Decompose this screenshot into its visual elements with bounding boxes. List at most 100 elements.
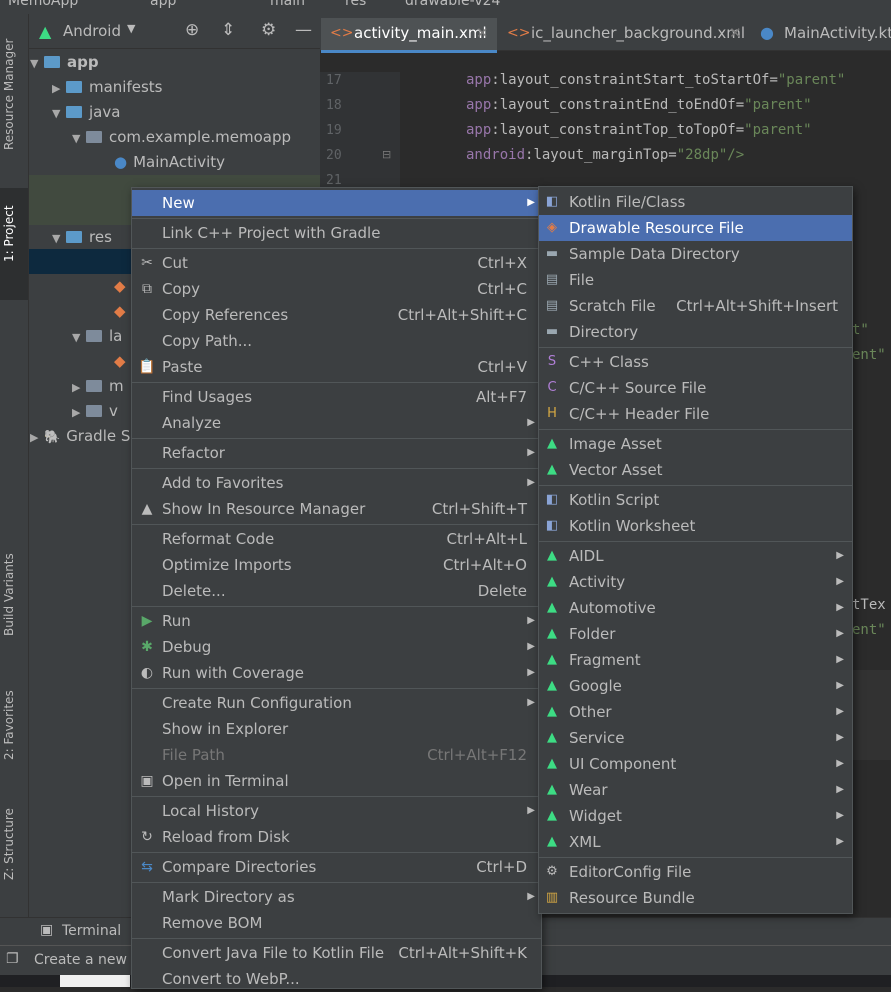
tree-item[interactable]: ▶ manifests [52,75,163,100]
menu-item-file-path[interactable]: File Path Ctrl+Alt+F12 [132,742,541,768]
breadcrumb-item[interactable]: drawable-v24 [405,0,500,9]
menu-item-refactor[interactable]: Refactor ▶ [132,440,541,466]
menu-item-find-usages[interactable]: Find Usages Alt+F7 [132,384,541,410]
menu-item-copy[interactable]: ⧉ Copy Ctrl+C [132,276,541,302]
new-menu-item-folder[interactable]: ▲ Folder ▶ [539,621,852,647]
menu-item-reload-from-disk[interactable]: ↻ Reload from Disk [132,824,541,850]
new-menu-item-c-class[interactable]: S C++ Class [539,349,852,375]
menu-item-open-in-terminal[interactable]: ▣ Open in Terminal [132,768,541,794]
collapse-arrow-icon[interactable]: ▶ [72,400,86,425]
menu-item-cut[interactable]: ✂ Cut Ctrl+X [132,250,541,276]
menu-item-remove-bom[interactable]: Remove BOM [132,910,541,936]
menu-item-mark-directory-as[interactable]: Mark Directory as ▶ [132,884,541,910]
project-tab[interactable]: 1: Project [2,205,16,262]
expand-arrow-icon[interactable]: ▼ [30,51,44,76]
menu-item-reformat-code[interactable]: Reformat Code Ctrl+Alt+L [132,526,541,552]
new-menu-item-file[interactable]: ▤ File [539,267,852,293]
new-menu-item-other[interactable]: ▲ Other ▶ [539,699,852,725]
menu-item-analyze[interactable]: Analyze ▶ [132,410,541,436]
close-icon[interactable]: ✕ [729,24,742,42]
new-menu-item-widget[interactable]: ▲ Widget ▶ [539,803,852,829]
menu-item-run[interactable]: ▶ Run ▶ [132,608,541,634]
breadcrumb-item[interactable]: main [270,0,305,9]
close-icon[interactable]: ✕ [476,24,489,42]
favorites-tab[interactable]: 2: Favorites [2,690,16,760]
menu-item-convert-java-file-to-kotlin-file[interactable]: Convert Java File to Kotlin File Ctrl+Alt… [132,940,541,966]
menu-item-run-with-coverage[interactable]: ◐ Run with Coverage ▶ [132,660,541,686]
tree-item[interactable]: ● MainActivity [100,150,225,175]
code-line[interactable]: app:layout_constraintEnd_toEndOf="parent… [466,97,812,113]
new-menu-item-kotlin-file-class[interactable]: ◧ Kotlin File/Class [539,189,852,215]
new-menu-item-scratch-file[interactable]: ▤ Scratch File Ctrl+Alt+Shift+Insert [539,293,852,319]
new-menu-item-ui-component[interactable]: ▲ UI Component ▶ [539,751,852,777]
structure-tab[interactable]: Z: Structure [2,808,16,880]
new-menu-item-kotlin-worksheet[interactable]: ◧ Kotlin Worksheet [539,513,852,539]
expand-arrow-icon[interactable]: ▼ [52,226,66,251]
tree-item[interactable]: ▼ com.example.memoapp [72,125,291,150]
tree-item[interactable]: ▼ java [52,100,120,125]
tree-item[interactable]: ▶ m [72,374,124,399]
code-line[interactable]: app:layout_constraintTop_toTopOf="parent… [466,122,812,138]
new-menu-item-google[interactable]: ▲ Google ▶ [539,673,852,699]
collapse-arrow-icon[interactable]: ▶ [72,375,86,400]
menu-item-show-in-resource-manager[interactable]: ▲ Show In Resource Manager Ctrl+Shift+T [132,496,541,522]
expand-arrow-icon[interactable]: ▼ [52,101,66,126]
taskbar-item[interactable] [60,975,130,987]
code-line[interactable]: app:layout_constraintStart_toStartOf="pa… [466,72,845,88]
menu-item-copy-path[interactable]: Copy Path... [132,328,541,354]
build-variants-tab[interactable]: Build Variants [2,553,16,636]
expand-arrow-icon[interactable]: ▼ [72,126,86,151]
breadcrumb-item[interactable]: res [345,0,366,9]
new-menu-item-c-c-header-file[interactable]: H C/C++ Header File [539,401,852,427]
tree-item[interactable]: ◆ [100,274,132,299]
menu-item-show-in-explorer[interactable]: Show in Explorer [132,716,541,742]
new-menu-item-fragment[interactable]: ▲ Fragment ▶ [539,647,852,673]
chevron-down-icon[interactable]: ▼ [127,22,135,35]
new-menu-item-service[interactable]: ▲ Service ▶ [539,725,852,751]
new-menu-item-sample-data-directory[interactable]: ▬ Sample Data Directory [539,241,852,267]
menu-item-delete[interactable]: Delete... Delete [132,578,541,604]
locate-icon[interactable]: ⊕ [185,20,199,40]
menu-item-create-run-configuration[interactable]: Create Run Configuration ▶ [132,690,541,716]
menu-item-paste[interactable]: 📋 Paste Ctrl+V [132,354,541,380]
new-menu-item-c-c-source-file[interactable]: C C/C++ Source File [539,375,852,401]
new-menu-item-directory[interactable]: ▬ Directory [539,319,852,345]
menu-item-copy-references[interactable]: Copy References Ctrl+Alt+Shift+C [132,302,541,328]
tab-ic-launcher-background[interactable]: ic_launcher_background.xml [531,24,745,42]
tree-item[interactable]: ◆ [100,299,132,324]
breadcrumb-item[interactable]: MemoApp [8,0,78,9]
tree-item[interactable]: ▶ v [72,399,118,424]
code-line[interactable]: android:layout_marginTop="28dp"/> [466,147,744,163]
gear-icon[interactable]: ⚙ [261,20,276,40]
resource-manager-tab[interactable]: Resource Manager [2,39,16,150]
new-menu-item-automotive[interactable]: ▲ Automotive ▶ [539,595,852,621]
collapse-icon[interactable]: ⇕ [221,20,235,40]
tree-item[interactable]: ▼ la [72,324,122,349]
new-menu-item-kotlin-script[interactable]: ◧ Kotlin Script [539,487,852,513]
new-menu-item-resource-bundle[interactable]: ▥ Resource Bundle [539,885,852,911]
tab-main-activity[interactable]: MainActivity.kt [784,24,891,42]
menu-item-new[interactable]: New ▶ [132,190,541,216]
hide-icon[interactable]: — [295,20,312,40]
menu-item-local-history[interactable]: Local History ▶ [132,798,541,824]
fold-icon[interactable]: ⊟ [382,148,391,161]
new-menu-item-activity[interactable]: ▲ Activity ▶ [539,569,852,595]
tree-item[interactable]: ▼ app [30,50,99,75]
menu-item-compare-directories[interactable]: ⇆ Compare Directories Ctrl+D [132,854,541,880]
menu-item-add-to-favorites[interactable]: Add to Favorites ▶ [132,470,541,496]
view-selector[interactable]: Android [63,22,121,40]
expand-arrow-icon[interactable]: ▼ [72,325,86,350]
collapse-arrow-icon[interactable]: ▶ [52,76,66,101]
tree-item[interactable]: ◆ [100,349,132,374]
new-menu-item-vector-asset[interactable]: ▲ Vector Asset [539,457,852,483]
menu-item-link-c-project-with-gradle[interactable]: Link C++ Project with Gradle [132,220,541,246]
new-menu-item-editorconfig-file[interactable]: ⚙ EditorConfig File [539,859,852,885]
new-menu-item-drawable-resource-file[interactable]: ◈ Drawable Resource File [539,215,852,241]
terminal-tab[interactable]: Terminal [62,923,121,939]
tree-item[interactable]: ▶ 🐘 Gradle S [30,424,130,449]
breadcrumb-item[interactable]: app [150,0,176,9]
tree-item[interactable]: ▼ res [52,225,112,250]
menu-item-convert-to-webp[interactable]: Convert to WebP... [132,966,541,992]
menu-item-optimize-imports[interactable]: Optimize Imports Ctrl+Alt+O [132,552,541,578]
tab-activity-main[interactable]: activity_main.xml [354,24,487,42]
